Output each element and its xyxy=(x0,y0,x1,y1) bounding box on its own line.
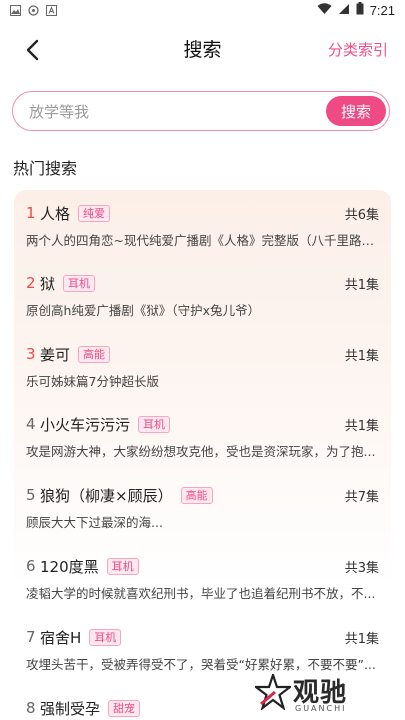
item-title: 小火车污污污 xyxy=(40,415,131,434)
hot-search-list: 1 人格 纯爱 共6集 两个人的四角恋~现代纯爱广播剧《人格》完整版（八千里路云… xyxy=(14,190,391,720)
genre-tag: 纯爱 xyxy=(78,204,111,222)
item-title: 狼狗（柳凄×顾辰） xyxy=(40,486,173,505)
watermark-subtext: GUANCHI xyxy=(295,704,347,713)
item-title: 120度黑 xyxy=(40,557,99,576)
hot-search-item[interactable]: 2 狱 耳机 共1集 原创高h纯爱广播剧《狱》（守护x兔儿爷） xyxy=(14,260,391,324)
item-title: 宿舍H xyxy=(40,628,82,647)
episode-count: 共3集 xyxy=(344,561,379,576)
star-logo-icon xyxy=(255,674,291,710)
hot-search-item[interactable]: 6 120度黑 耳机 共3集 凌韬大学的时候就喜欢纪刑书，毕业了也追着纪刑书不放… xyxy=(14,543,391,607)
item-description: 攻是网游大神，大家纷纷想攻克他，受也是资深玩家，为了抱... xyxy=(26,444,376,459)
hot-search-item[interactable]: 4 小火车污污污 耳机 共1集 攻是网游大神，大家纷纷想攻克他，受也是资深玩家，… xyxy=(14,401,391,465)
watermark-logo: 观驰 GUANCHI xyxy=(253,670,393,716)
sync-icon xyxy=(28,4,39,16)
genre-tag: 高能 xyxy=(78,345,111,363)
hot-search-item[interactable]: 7 宿舍H 耳机 共1集 攻埋头苦干，受被弄得受不了，哭着受“好累好累，不要不要… xyxy=(14,614,391,678)
search-button[interactable]: 搜索 xyxy=(326,96,386,126)
item-description: 乐可姊妹篇7分钟超长版 xyxy=(26,374,159,389)
item-description: 两个人的四角恋~现代纯爱广播剧《人格》完整版（八千里路云... xyxy=(26,233,380,248)
episode-count: 共1集 xyxy=(344,278,379,293)
rank-number: 3 xyxy=(26,345,36,363)
genre-tag: 耳机 xyxy=(63,274,96,292)
episode-count: 共7集 xyxy=(344,490,379,505)
top-app-bar: 搜索 分类索引 xyxy=(0,28,405,72)
hot-search-heading: 热门搜索 xyxy=(13,159,78,178)
genre-tag: 耳机 xyxy=(106,557,139,575)
hot-search-item[interactable]: 1 人格 纯爱 共6集 两个人的四角恋~现代纯爱广播剧《人格》完整版（八千里路云… xyxy=(14,190,391,254)
search-input[interactable] xyxy=(29,100,329,124)
clock-time: 7:21 xyxy=(369,2,395,18)
rank-number: 5 xyxy=(26,486,36,504)
hot-search-item[interactable]: 5 狼狗（柳凄×顾辰） 高能 共7集 顾辰大大下过最深的海... xyxy=(14,472,391,536)
item-title: 狱 xyxy=(40,274,56,293)
episode-count: 共6集 xyxy=(344,208,379,223)
gallery-icon xyxy=(10,4,21,16)
category-index-link[interactable]: 分类索引 xyxy=(328,38,388,62)
episode-count: 共1集 xyxy=(344,632,379,647)
rank-number: 7 xyxy=(26,628,36,646)
item-title: 强制受孕 xyxy=(40,699,101,718)
rank-number: 8 xyxy=(26,699,36,717)
rank-number: 6 xyxy=(26,557,36,575)
rank-number: 2 xyxy=(26,274,36,292)
item-description: 原创高h纯爱广播剧《狱》（守护x兔儿爷） xyxy=(26,303,261,318)
episode-count: 共1集 xyxy=(344,419,379,434)
item-description: 顾辰大大下过最深的海... xyxy=(26,515,163,530)
search-bar: 搜索 xyxy=(12,91,390,131)
item-title: 姜可 xyxy=(40,345,71,364)
font-a-icon xyxy=(46,4,57,16)
episode-count: 共1集 xyxy=(344,349,379,364)
genre-tag: 甜宠 xyxy=(108,699,141,717)
hot-search-item[interactable]: 3 姜可 高能 共1集 乐可姊妹篇7分钟超长版 xyxy=(14,331,391,395)
signal-icon xyxy=(338,3,350,18)
battery-icon xyxy=(356,2,364,18)
status-bar: 7:21 xyxy=(0,0,405,20)
genre-tag: 耳机 xyxy=(138,415,171,433)
item-title: 人格 xyxy=(40,204,71,223)
rank-number: 4 xyxy=(26,415,36,433)
genre-tag: 耳机 xyxy=(89,628,122,646)
genre-tag: 高能 xyxy=(180,486,213,504)
item-description: 凌韬大学的时候就喜欢纪刑书，毕业了也追着纪刑书不放，不... xyxy=(26,586,376,601)
rank-number: 1 xyxy=(26,204,36,222)
wifi-icon xyxy=(317,2,332,18)
